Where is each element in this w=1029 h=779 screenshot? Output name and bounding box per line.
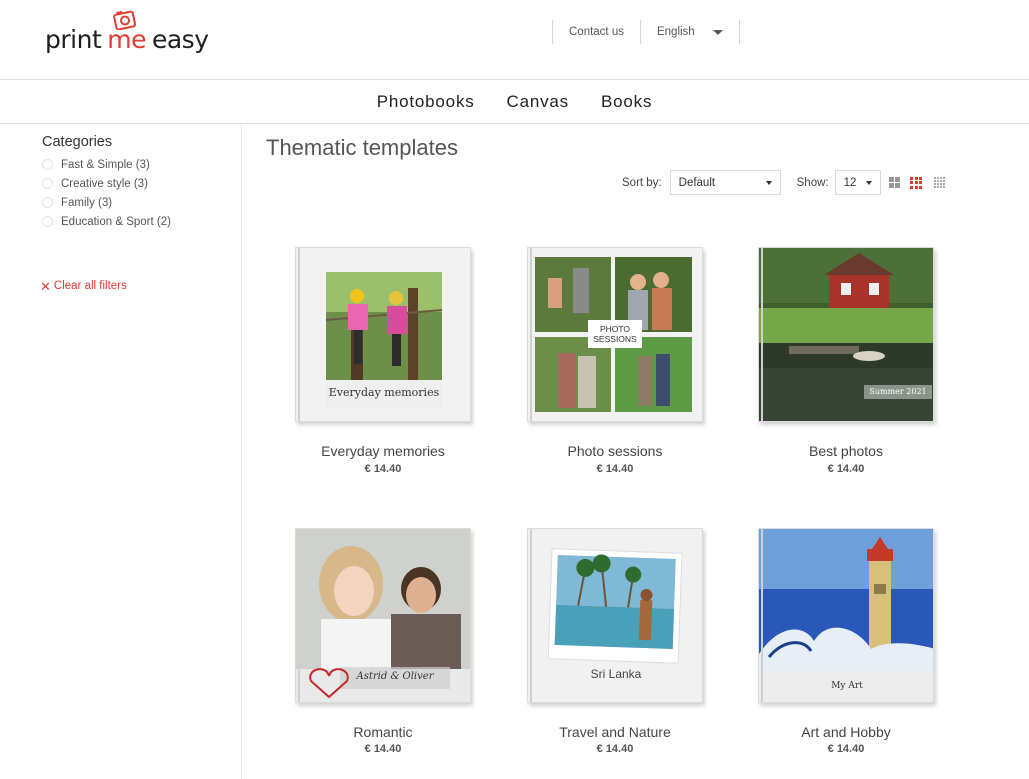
product-price: € 14.40 [596,463,634,475]
category-education-sport[interactable]: Education & Sport (2) [42,212,171,231]
product-cover-image[interactable]: My Art [758,528,934,703]
grid-2x2-view-icon[interactable] [888,176,901,189]
product-cover-image[interactable]: Everyday memories [295,247,471,422]
filter-sidebar: Categories Fast & Simple (3) Creative st… [0,125,242,779]
categories-title: Categories [42,134,113,150]
category-family[interactable]: Family (3) [42,193,171,212]
cover-artwork [759,529,933,702]
product-price: € 14.40 [364,743,402,755]
chevron-down-icon [865,180,872,185]
radio-button[interactable] [42,197,53,208]
chevron-down-icon [765,180,772,185]
camera-icon [113,10,137,30]
logo[interactable]: print me easy [45,10,209,54]
product-price: € 14.40 [596,743,634,755]
language-selector[interactable]: English [641,26,739,38]
page-title: Thematic templates [266,135,458,160]
nav-photobooks[interactable]: Photobooks [377,92,475,112]
sort-select[interactable]: Default [669,170,781,195]
product-cover-image[interactable]: PHOTO SESSIONS [527,247,703,422]
product-cover-image[interactable]: Sri Lanka [527,528,703,703]
close-icon: ✕ [40,278,51,294]
chevron-down-icon [712,29,723,35]
cover-caption: Astrid & Oliver [356,671,434,682]
product-price: € 14.40 [827,463,865,475]
contact-link[interactable]: Contact us [553,26,640,38]
grid-4x4-view-icon[interactable] [934,177,946,188]
product-name[interactable]: Art and Hobby [728,724,964,740]
sort-label: Sort by: [622,176,662,189]
cover-caption: Summer 2021 [869,387,927,396]
category-creative-style[interactable]: Creative style (3) [42,174,171,193]
listing-toolbar: Sort by: Default Show: 12 [622,170,946,195]
grid-3x3-view-icon[interactable] [910,176,923,189]
radio-button[interactable] [42,159,53,170]
divider [738,20,740,44]
product-cover-image[interactable]: Summer 2021 [758,247,934,422]
product-price: € 14.40 [827,743,865,755]
top-links: Contact us English [552,20,740,44]
cover-caption: My Art [831,681,863,691]
main-nav: Photobooks Canvas Books [0,80,1029,124]
product-name[interactable]: Photo sessions [497,443,733,459]
nav-canvas[interactable]: Canvas [507,92,569,112]
clear-filters-link[interactable]: ✕ Clear all filters [40,278,127,294]
nav-books[interactable]: Books [601,92,652,112]
category-list: Fast & Simple (3) Creative style (3) Fam… [42,155,171,231]
page-size-select[interactable]: 12 [834,170,881,195]
product-name[interactable]: Romantic [265,724,501,740]
product-cover-image[interactable]: Astrid & Oliver [295,528,471,703]
product-name[interactable]: Travel and Nature [497,724,733,740]
cover-caption: Sri Lanka [590,667,642,681]
show-label: Show: [796,176,829,189]
category-fast-simple[interactable]: Fast & Simple (3) [42,155,171,174]
cover-caption: Everyday memories [328,386,440,399]
product-name[interactable]: Best photos [728,443,964,459]
site-header: print me easy Contact us English [0,0,1029,80]
language-label: English [656,26,695,38]
radio-button[interactable] [42,178,53,189]
product-name[interactable]: Everyday memories [265,443,501,459]
product-price: € 14.40 [364,463,402,475]
radio-button[interactable] [42,216,53,227]
cover-caption: PHOTO SESSIONS [593,324,637,344]
